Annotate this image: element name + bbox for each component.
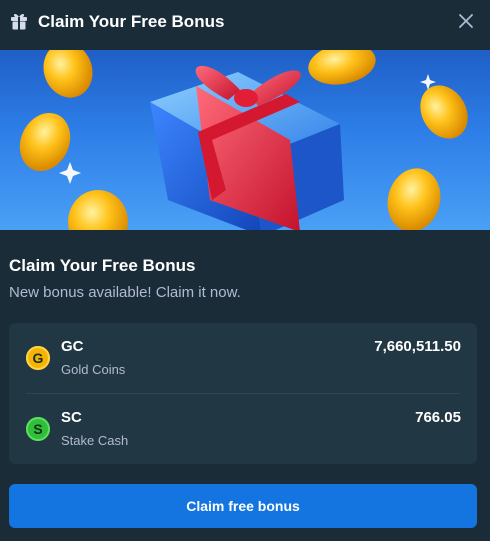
modal-title: Claim Your Free Bonus <box>38 12 225 31</box>
bonus-title: Claim Your Free Bonus <box>9 256 196 275</box>
balance-card: G GC Gold Coins 7,660,511.50 S SC Stake … <box>9 323 477 464</box>
modal-header: Claim Your Free Bonus <box>0 0 490 50</box>
balance-row-gold-coins: G GC Gold Coins 7,660,511.50 <box>9 323 477 393</box>
bonus-banner-image <box>0 50 490 230</box>
currency-code: SC <box>61 409 82 426</box>
balance-row-stake-cash: S SC Stake Cash 766.05 <box>9 394 477 464</box>
claim-bonus-button[interactable]: Claim free bonus <box>9 484 477 528</box>
gold-coin-icon: G <box>26 346 50 370</box>
gift-box-illustration <box>150 65 344 230</box>
currency-amount: 7,660,511.50 <box>374 338 461 355</box>
currency-code: GC <box>61 338 84 355</box>
gift-icon <box>11 13 27 30</box>
claim-bonus-modal: Claim Your Free Bonus Claim Your Free Bo… <box>0 0 490 541</box>
close-icon[interactable] <box>456 11 476 31</box>
currency-amount: 766.05 <box>415 409 461 426</box>
bonus-subtitle: New bonus available! Claim it now. <box>9 284 241 301</box>
currency-name: Gold Coins <box>61 362 126 377</box>
stake-cash-icon: S <box>26 417 50 441</box>
currency-name: Stake Cash <box>61 433 129 448</box>
